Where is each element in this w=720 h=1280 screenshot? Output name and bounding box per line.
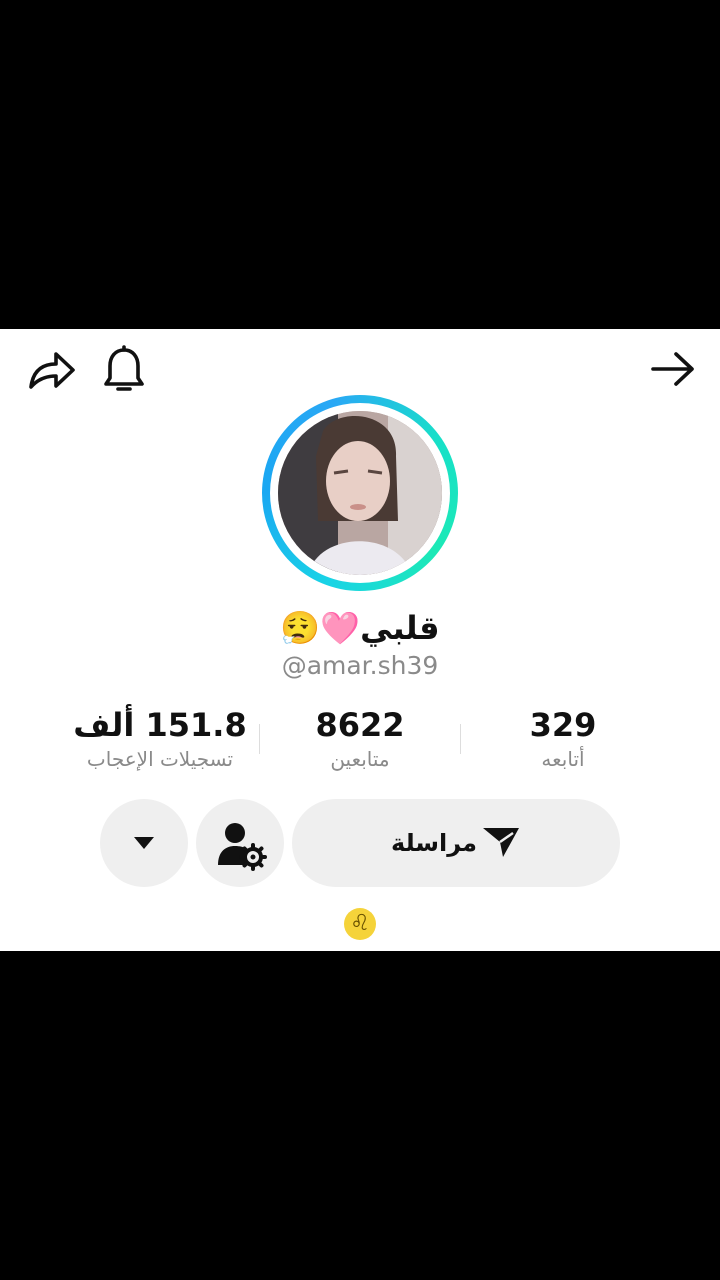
- followers-count: 8622: [315, 706, 405, 744]
- user-gear-icon: [218, 823, 267, 871]
- likes-count: 151.8 ألف: [73, 706, 247, 744]
- message-button-label: مراسلة: [391, 829, 477, 857]
- display-name: قلبي🩷😮‍💨: [280, 609, 440, 647]
- back-button[interactable]: [648, 349, 698, 389]
- more-options-button[interactable]: [100, 799, 188, 887]
- bell-icon: [104, 345, 144, 391]
- following-label: أتابعه: [541, 747, 585, 771]
- avatar: [278, 411, 442, 575]
- likes-label: تسجيلات الإعجاب: [86, 747, 234, 771]
- followers-label: متابعين: [330, 747, 390, 771]
- message-button[interactable]: مراسلة: [292, 799, 620, 887]
- notification-button[interactable]: [100, 345, 148, 395]
- stats-divider: [460, 724, 461, 754]
- share-button[interactable]: [26, 347, 78, 393]
- message-button-content: مراسلة: [292, 825, 620, 859]
- avatar-photo: [278, 411, 442, 575]
- avatar-story-ring[interactable]: [262, 395, 458, 591]
- send-icon: [482, 828, 519, 857]
- following-stat[interactable]: 329 أتابعه: [495, 705, 631, 773]
- profile-card: قلبي🩷😮‍💨 @amar.sh39 329 أتابعه 8622 متاب…: [0, 329, 720, 951]
- following-count: 329: [529, 706, 597, 744]
- arrow-right-icon: [651, 352, 694, 386]
- friend-settings-button[interactable]: [196, 799, 284, 887]
- username: @amar.sh39: [281, 651, 439, 680]
- share-icon: [29, 352, 75, 389]
- followers-stat[interactable]: 8622 متابعين: [290, 705, 430, 773]
- leo-zodiac-icon: ♌: [344, 908, 376, 940]
- likes-stat[interactable]: 151.8 ألف تسجيلات الإعجاب: [60, 705, 260, 773]
- caret-down-icon: [134, 837, 154, 849]
